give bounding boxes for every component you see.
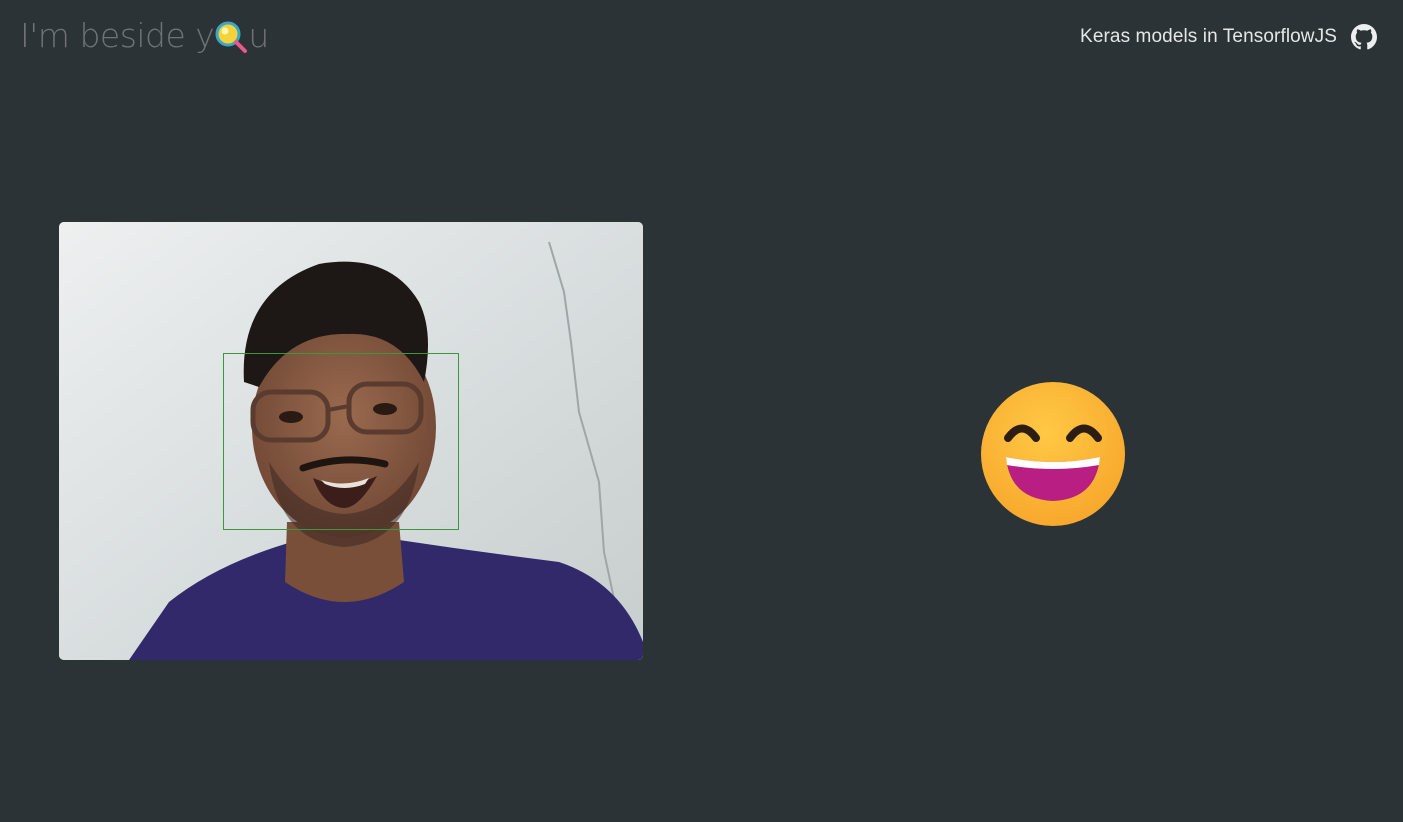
- app-page: I'm beside y u Keras models in Tensorflo…: [0, 0, 1403, 822]
- grinning-face-with-smiling-eyes-icon: [981, 382, 1125, 526]
- face-detection-box: [223, 353, 459, 530]
- logo-text-end: u: [248, 15, 269, 55]
- magnifier-lens-icon: [215, 21, 248, 53]
- emotion-prediction: [980, 381, 1126, 527]
- logo[interactable]: I'm beside y u: [20, 12, 269, 58]
- github-icon[interactable]: [1351, 24, 1377, 50]
- logo-text-start: I'm beside y: [20, 15, 215, 55]
- webcam-video: [59, 222, 643, 660]
- keras-models-link[interactable]: Keras models in TensorflowJS: [1080, 26, 1337, 48]
- top-nav: Keras models in TensorflowJS: [1080, 24, 1377, 50]
